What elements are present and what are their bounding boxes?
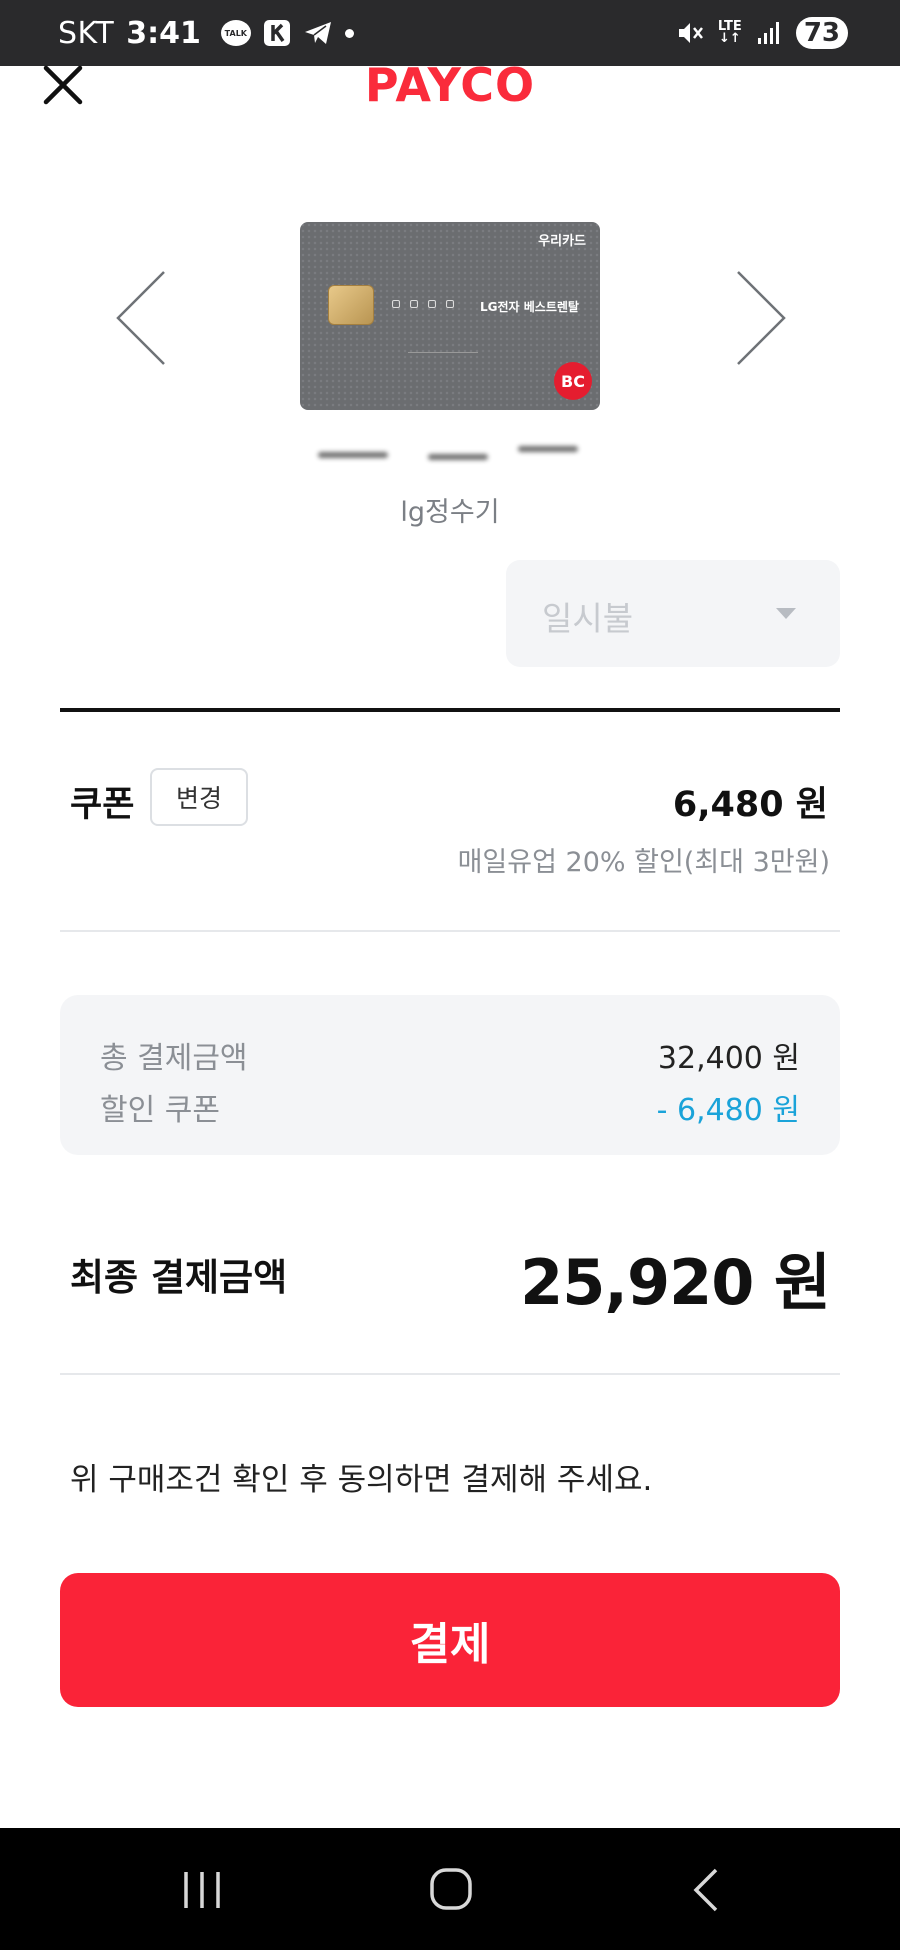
section-divider	[60, 708, 840, 712]
caret-down-icon	[776, 608, 796, 619]
notification-dot-icon	[344, 28, 354, 38]
battery-icon: 73	[795, 17, 848, 49]
status-bar-left: SKT 3:41 TALK	[58, 0, 354, 66]
final-divider	[60, 1373, 840, 1375]
recent-apps-icon[interactable]	[180, 1864, 224, 1916]
coupon-divider	[60, 930, 840, 932]
coupon-amount: 6,480 원	[672, 785, 828, 825]
payment-card[interactable]: 우리카드 LG전자 베스트렌탈 BC	[300, 222, 600, 410]
notification-icons: TALK	[220, 19, 354, 47]
chevron-left-icon[interactable]	[112, 268, 172, 368]
back-icon[interactable]	[688, 1864, 724, 1916]
chevron-right-icon[interactable]	[730, 268, 790, 368]
final-amount-label: 최종 결제금액	[70, 1256, 288, 1299]
card-bank-name: 우리카드	[538, 234, 586, 249]
card-name-redacted	[318, 438, 588, 466]
discount-coupon-value: - 6,480 원	[656, 1093, 800, 1128]
payco-payment-screen: SKT 3:41 TALK LTE ↓↑ 73 PAYCO 우리카드 LG전자 베…	[0, 0, 900, 1950]
network-label: LTE	[717, 19, 742, 34]
app-k-icon	[263, 20, 290, 46]
status-bar: SKT 3:41 TALK LTE ↓↑ 73	[0, 0, 900, 66]
card-feature-icons	[392, 300, 454, 308]
mute-icon	[678, 23, 703, 43]
navigation-bar	[0, 1828, 900, 1950]
installment-select[interactable]: 일시불	[506, 560, 840, 667]
installment-value: 일시불	[542, 599, 634, 638]
payco-logo: PAYCO	[364, 58, 536, 112]
telegram-icon	[304, 22, 331, 44]
kakaotalk-icon: TALK	[220, 20, 251, 46]
total-amount-label: 총 결제금액	[100, 1041, 248, 1076]
bc-card-logo: BC	[554, 362, 592, 400]
discount-coupon-label: 할인 쿠폰	[100, 1093, 220, 1128]
status-bar-right: LTE ↓↑ 73	[676, 0, 848, 66]
lte-icon: LTE ↓↑	[717, 19, 742, 46]
total-amount-value: 32,400 원	[657, 1041, 800, 1076]
payment-summary: 총 결제금액 32,400 원 할인 쿠폰 - 6,480 원	[60, 995, 840, 1155]
talk-label: TALK	[224, 28, 247, 38]
agreement-notice: 위 구매조건 확인 후 동의하면 결제해 주세요.	[70, 1462, 653, 1498]
coupon-label: 쿠폰	[70, 785, 135, 825]
coupon-change-button[interactable]: 변경	[150, 768, 248, 826]
signal-icon	[757, 22, 779, 44]
clock-time: 3:41	[126, 15, 201, 51]
home-icon[interactable]	[428, 1864, 474, 1916]
card-detail-lines	[408, 352, 478, 356]
pay-button[interactable]: 결제	[60, 1573, 840, 1707]
card-chip-icon	[328, 285, 374, 325]
battery-level: 73	[803, 18, 840, 48]
card-nickname: lg정수기	[400, 497, 500, 528]
coupon-description: 매일유업 20% 할인(최대 3만원)	[457, 847, 830, 878]
final-amount-value: 25,920 원	[520, 1246, 831, 1319]
carrier-label: SKT	[58, 15, 115, 51]
card-product-name: LG전자 베스트렌탈	[480, 300, 579, 314]
